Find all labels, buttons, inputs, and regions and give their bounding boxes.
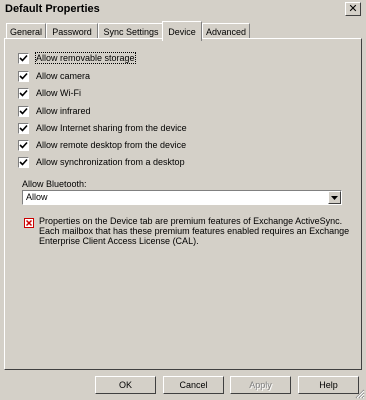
checkbox-row-removable-storage[interactable]: Allow removable storage [18, 51, 136, 65]
checkmark-icon [19, 141, 28, 149]
checkbox-label: Allow Wi-Fi [36, 88, 81, 98]
bluetooth-selected-value: Allow [26, 192, 48, 202]
apply-button-label: Apply [249, 380, 272, 390]
checkmark-icon [19, 124, 28, 132]
tab-label: Sync Settings [103, 26, 159, 37]
help-button[interactable]: Help [298, 376, 359, 394]
apply-button[interactable]: Apply [230, 376, 291, 394]
tab-label: Password [52, 26, 92, 37]
checkmark-icon [19, 89, 28, 97]
help-button-label: Help [319, 380, 338, 390]
checkbox-label: Allow synchronization from a desktop [36, 157, 185, 167]
checkmark-icon [19, 158, 28, 166]
remote-desktop-checkbox[interactable] [18, 139, 29, 151]
checkbox-label: Allow remote desktop from the device [36, 140, 187, 150]
checkbox-row-wifi[interactable]: Allow Wi-Fi [18, 86, 81, 100]
camera-checkbox[interactable] [18, 70, 29, 82]
checkbox-row-camera[interactable]: Allow camera [18, 69, 90, 83]
cancel-button-label: Cancel [179, 380, 208, 390]
checkmark-icon [19, 107, 28, 115]
resize-grip-icon[interactable] [354, 388, 365, 399]
close-icon: ✕ [348, 2, 358, 15]
premium-features-notice: Properties on the Device tab are premium… [39, 216, 350, 246]
tab-label: General [9, 26, 43, 37]
tab-device[interactable]: Device [162, 21, 202, 41]
warning-icon [24, 218, 34, 228]
checkbox-row-desktop-sync[interactable]: Allow synchronization from a desktop [18, 155, 185, 169]
close-button[interactable]: ✕ [345, 2, 361, 16]
dropdown-toggle-button[interactable] [328, 191, 341, 204]
checkbox-row-remote-desktop[interactable]: Allow remote desktop from the device [18, 138, 186, 152]
tab-label: Device [168, 26, 196, 37]
wifi-checkbox[interactable] [18, 87, 29, 99]
window-title: Default Properties [5, 3, 100, 15]
checkbox-label: Allow infrared [36, 106, 91, 116]
checkbox-label: Allow camera [36, 71, 91, 81]
checkmark-icon [19, 72, 28, 80]
tab-password[interactable]: Password [46, 23, 98, 39]
bluetooth-label: Allow Bluetooth: [22, 179, 87, 189]
ok-button[interactable]: OK [95, 376, 156, 394]
chevron-down-icon [331, 195, 338, 200]
checkbox-row-infrared[interactable]: Allow infrared [18, 104, 91, 118]
internet-sharing-checkbox[interactable] [18, 122, 29, 134]
cancel-button[interactable]: Cancel [163, 376, 224, 394]
checkbox-row-internet-sharing[interactable]: Allow Internet sharing from the device [18, 121, 187, 135]
desktop-sync-checkbox[interactable] [18, 156, 29, 168]
checkbox-label: Allow Internet sharing from the device [36, 123, 187, 133]
checkmark-icon [19, 54, 28, 62]
properties-dialog: Default Properties ✕ General Password Sy… [0, 0, 366, 400]
ok-button-label: OK [118, 380, 132, 390]
bluetooth-select[interactable]: Allow [22, 190, 342, 205]
checkbox-label: Allow removable storage [35, 52, 136, 64]
tab-advanced[interactable]: Advanced [202, 23, 250, 39]
tab-label: Advanced [205, 26, 247, 37]
removable-storage-checkbox[interactable] [18, 52, 29, 64]
title-bar: Default Properties ✕ [0, 0, 366, 19]
infrared-checkbox[interactable] [18, 105, 29, 117]
tab-general[interactable]: General [6, 23, 46, 39]
tab-sync-settings[interactable]: Sync Settings [98, 23, 164, 39]
